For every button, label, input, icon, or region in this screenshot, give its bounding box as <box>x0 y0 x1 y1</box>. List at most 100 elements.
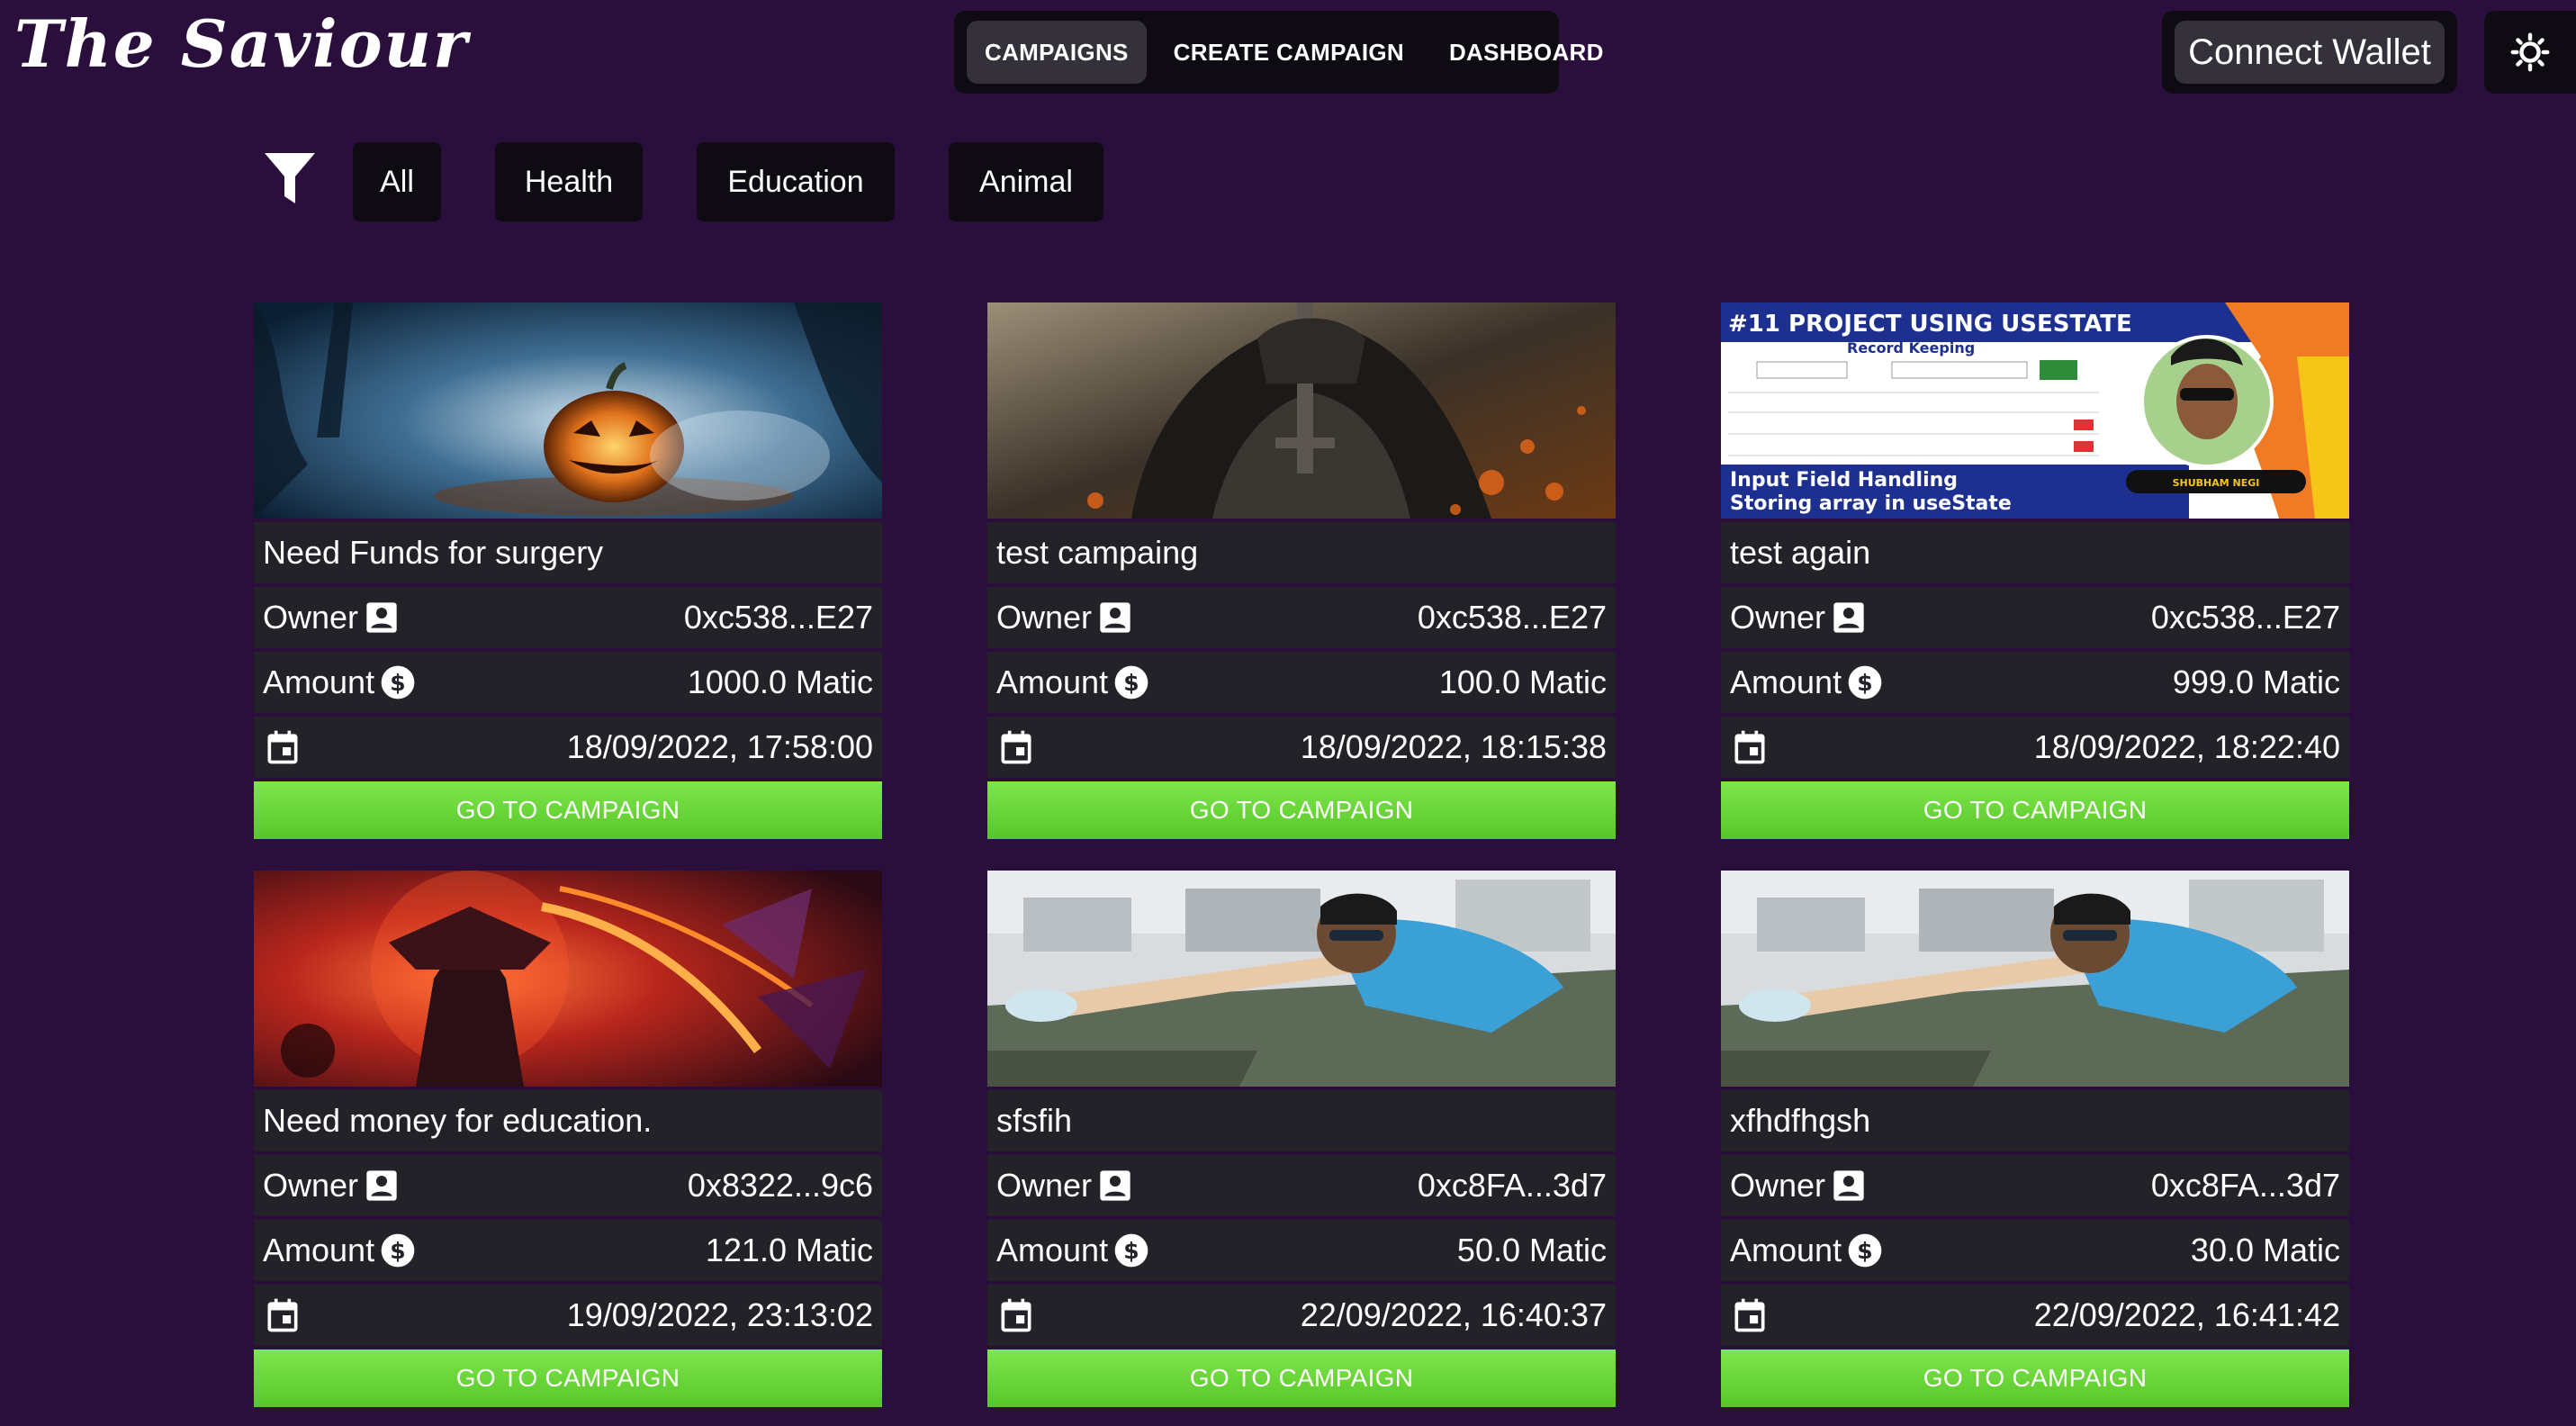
campaign-title: Need Funds for surgery <box>263 534 604 571</box>
svg-text:$: $ <box>1123 670 1139 696</box>
owner-address: 0xc538...E27 <box>683 599 873 636</box>
sun-icon <box>2510 32 2550 72</box>
theme-toggle-button[interactable] <box>2484 11 2576 94</box>
campaign-title: test again <box>1730 534 1871 571</box>
owner-row: Owner 0x8322...9c6 <box>254 1155 882 1216</box>
owner-address: 0xc538...E27 <box>2150 599 2340 636</box>
dollar-circle-icon: $ <box>1113 664 1149 700</box>
date-row: 19/09/2022, 23:13:02 <box>254 1285 882 1346</box>
campaign-title-row: Need money for education. <box>254 1090 882 1151</box>
filter-animal[interactable]: Animal <box>949 142 1103 221</box>
go-to-campaign-button[interactable]: GO TO CAMPAIGN <box>987 781 1616 839</box>
calendar-icon <box>263 1295 302 1335</box>
owner-row: Owner 0xc538...E27 <box>1721 587 2349 648</box>
owner-row: Owner 0xc8FA...3d7 <box>1721 1155 2349 1216</box>
filter-education[interactable]: Education <box>697 142 895 221</box>
amount-label: Amount <box>1730 1232 1842 1268</box>
nav-dashboard[interactable]: DASHBOARD <box>1431 21 1622 84</box>
campaign-date: 18/09/2022, 17:58:00 <box>566 728 873 765</box>
calendar-icon <box>996 1295 1036 1335</box>
owner-label: Owner <box>1730 1167 1826 1204</box>
nav-campaigns[interactable]: CAMPAIGNS <box>967 21 1147 84</box>
calendar-icon <box>996 727 1036 767</box>
wallet-container: Connect Wallet <box>2162 11 2457 94</box>
go-to-campaign-button[interactable]: GO TO CAMPAIGN <box>1721 1349 2349 1407</box>
campaign-date: 22/09/2022, 16:41:42 <box>2033 1296 2340 1333</box>
calendar-icon <box>263 727 302 767</box>
campaign-card: Need money for education. Owner 0x8322..… <box>254 871 882 1407</box>
thumbnail-subtitle: Record Keeping <box>1847 339 1975 356</box>
amount-value: 999.0 Matic <box>2172 663 2340 700</box>
calendar-icon <box>1730 1295 1770 1335</box>
filter-icon[interactable] <box>263 149 317 207</box>
person-badge-icon <box>1097 600 1133 636</box>
go-to-campaign-button[interactable]: GO TO CAMPAIGN <box>254 1349 882 1407</box>
campaign-title: xfhdfhgsh <box>1730 1102 1871 1139</box>
campaign-image-photo <box>987 871 1616 1087</box>
filter-health[interactable]: Health <box>495 142 643 221</box>
date-row: 22/09/2022, 16:41:42 <box>1721 1285 2349 1346</box>
person-badge-icon <box>364 1168 400 1204</box>
go-to-campaign-button[interactable]: GO TO CAMPAIGN <box>254 781 882 839</box>
owner-address: 0xc8FA...3d7 <box>2150 1167 2340 1204</box>
svg-text:$: $ <box>1857 1238 1872 1264</box>
amount-row: Amount $ 30.0 Matic <box>1721 1220 2349 1281</box>
owner-row: Owner 0xc8FA...3d7 <box>987 1155 1616 1216</box>
go-to-campaign-button[interactable]: GO TO CAMPAIGN <box>1721 781 2349 839</box>
campaign-image-pumpkin <box>254 302 882 519</box>
person-badge-icon <box>1097 1168 1133 1204</box>
campaign-card: test campaing Owner 0xc538...E27 Amount … <box>987 302 1616 839</box>
go-to-campaign-button[interactable]: GO TO CAMPAIGN <box>987 1349 1616 1407</box>
dollar-circle-icon: $ <box>380 664 416 700</box>
campaign-title-row: Need Funds for surgery <box>254 522 882 583</box>
amount-value: 121.0 Matic <box>705 1232 873 1268</box>
person-badge-icon <box>364 600 400 636</box>
amount-row: Amount $ 999.0 Matic <box>1721 652 2349 713</box>
owner-label: Owner <box>263 599 359 636</box>
thumbnail-badge: SHUBHAM NEGI <box>2173 477 2260 489</box>
date-row: 18/09/2022, 17:58:00 <box>254 717 882 778</box>
svg-text:$: $ <box>390 1238 405 1264</box>
filter-all[interactable]: All <box>353 142 441 221</box>
date-row: 22/09/2022, 16:40:37 <box>987 1285 1616 1346</box>
campaign-title-row: test campaing <box>987 522 1616 583</box>
campaign-card: xfhdfhgsh Owner 0xc8FA...3d7 Amount $ 30… <box>1721 871 2349 1407</box>
owner-label: Owner <box>263 1167 359 1204</box>
owner-row: Owner 0xc538...E27 <box>987 587 1616 648</box>
owner-row: Owner 0xc538...E27 <box>254 587 882 648</box>
amount-label: Amount <box>263 1232 375 1268</box>
campaign-title-row: test again <box>1721 522 2349 583</box>
amount-label: Amount <box>263 663 375 700</box>
amount-value: 1000.0 Matic <box>687 663 873 700</box>
campaign-title: test campaing <box>996 534 1199 571</box>
amount-value: 100.0 Matic <box>1438 663 1607 700</box>
owner-address: 0xc538...E27 <box>1417 599 1607 636</box>
campaign-date: 19/09/2022, 23:13:02 <box>566 1296 873 1333</box>
nav-create-campaign[interactable]: CREATE CAMPAIGN <box>1156 21 1422 84</box>
amount-row: Amount $ 1000.0 Matic <box>254 652 882 713</box>
campaign-image-warrior <box>254 871 882 1087</box>
campaign-card: sfsfih Owner 0xc8FA...3d7 Amount $ 50.0 … <box>987 871 1616 1407</box>
svg-text:$: $ <box>390 670 405 696</box>
campaign-image-knight <box>987 302 1616 519</box>
amount-label: Amount <box>996 1232 1109 1268</box>
dollar-circle-icon: $ <box>380 1232 416 1268</box>
connect-wallet-button[interactable]: Connect Wallet <box>2175 21 2445 84</box>
campaign-date: 22/09/2022, 16:40:37 <box>1300 1296 1607 1333</box>
thumbnail-headline: #11 PROJECT USING USESTATE <box>1728 311 2132 338</box>
date-row: 18/09/2022, 18:22:40 <box>1721 717 2349 778</box>
thumbnail-line-2: Storing array in useState <box>1730 492 2012 515</box>
thumbnail-line-1: Input Field Handling <box>1730 469 1958 492</box>
amount-label: Amount <box>1730 663 1842 700</box>
campaign-image-thumbnail: #11 PROJECT USING USESTATE Record Keepin… <box>1721 302 2349 519</box>
dollar-circle-icon: $ <box>1113 1232 1149 1268</box>
owner-label: Owner <box>996 599 1093 636</box>
amount-value: 30.0 Matic <box>2190 1232 2340 1268</box>
campaign-image-photo <box>1721 871 2349 1087</box>
campaign-title-row: xfhdfhgsh <box>1721 1090 2349 1151</box>
owner-address: 0x8322...9c6 <box>687 1167 873 1204</box>
amount-value: 50.0 Matic <box>1456 1232 1607 1268</box>
amount-row: Amount $ 100.0 Matic <box>987 652 1616 713</box>
svg-text:$: $ <box>1857 670 1872 696</box>
person-badge-icon <box>1831 1168 1867 1204</box>
